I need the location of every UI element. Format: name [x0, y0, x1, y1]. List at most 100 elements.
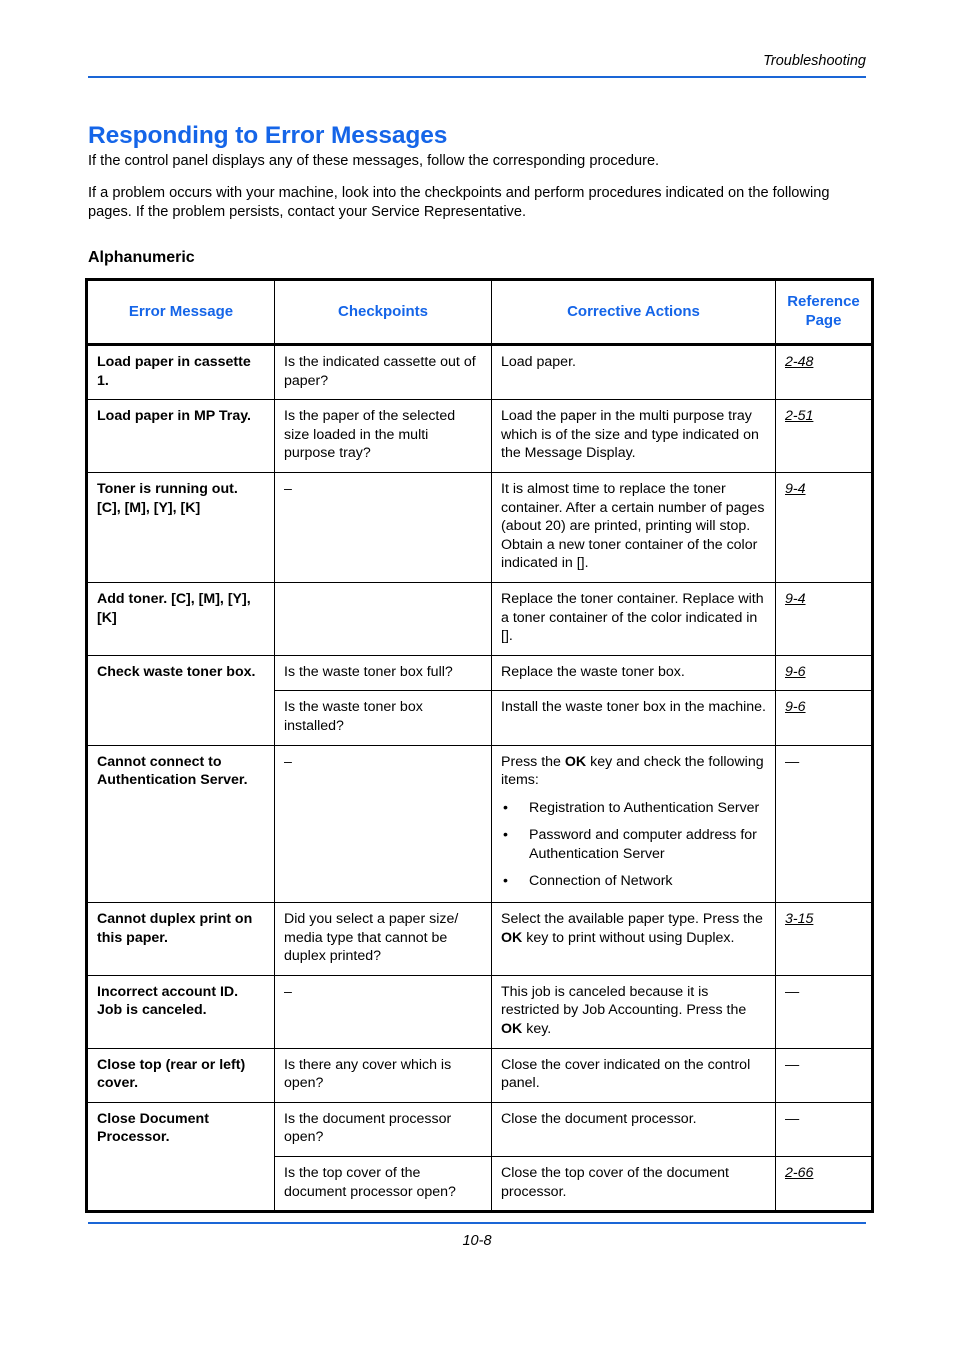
table-header-row: Error Message Checkpoints Corrective Act… [86, 279, 873, 346]
page-header: Troubleshooting [88, 52, 866, 78]
table-row: Close top (rear or left) cover. Is there… [86, 1047, 873, 1103]
cell-checkpoints: Is the indicated cassette out of paper? [274, 343, 492, 401]
cell-corrective-actions: Load paper. [491, 343, 776, 401]
cell-corrective-actions: It is almost time to replace the toner c… [491, 471, 776, 583]
reference-page-link[interactable]: 9-4 [785, 481, 806, 497]
intro-block: If the control panel displays any of the… [88, 152, 866, 235]
table-row: Incorrect account ID. Job is canceled. –… [86, 974, 873, 1049]
cell-reference-page: 9-6 [775, 690, 873, 746]
reference-page-link[interactable]: 9-6 [785, 699, 806, 715]
corrective-pre: This job is canceled because it is restr… [501, 983, 747, 1019]
error-messages-table: Error Message Checkpoints Corrective Act… [85, 278, 874, 1214]
cell-reference-page: 2-66 [775, 1155, 873, 1213]
cell-error-message: Add toner. [C], [M], [Y], [K] [86, 581, 275, 656]
list-item-label: Registration to Authentication Server [529, 799, 760, 816]
cell-error-message: Close Document Processor. [86, 1101, 275, 1213]
col-header-corrective-actions: Corrective Actions [491, 279, 776, 346]
table-row: Add toner. [C], [M], [Y], [K] Replace th… [86, 581, 873, 656]
cell-error-message: Load paper in MP Tray. [86, 399, 275, 473]
cell-error-message: Cannot connect to Authentication Server. [86, 744, 275, 904]
cell-error-message: Load paper in cassette 1. [86, 343, 275, 401]
list-item: • Password and computer address for Authe… [501, 826, 766, 863]
header-rule [88, 76, 866, 78]
cell-reference-page: — [775, 1101, 873, 1158]
cell-reference-page: 2-48 [775, 343, 873, 401]
cell-reference-page: — [775, 974, 873, 1049]
table-row: Cannot connect to Authentication Server.… [86, 744, 873, 904]
cell-reference-page: 9-4 [775, 471, 873, 583]
col-header-error-message: Error Message [86, 279, 275, 346]
ok-key-label: OK [564, 753, 587, 770]
cell-corrective-actions: Replace the toner container. Replace wit… [491, 581, 776, 656]
list-item-label: Password and computer address for Authen… [529, 827, 757, 862]
table-row: Cannot duplex print on this paper. Did y… [86, 902, 873, 976]
cell-checkpoints: Is there any cover which is open? [274, 1047, 492, 1103]
cell-corrective-actions: Close the top cover of the document proc… [491, 1155, 776, 1213]
col-header-reference-page: Reference Page [775, 279, 873, 346]
cell-error-message: Incorrect account ID. Job is canceled. [86, 974, 275, 1049]
reference-page-none: — [785, 753, 800, 770]
cell-checkpoints: – [274, 471, 492, 583]
cell-corrective-actions: Close the cover indicated on the control… [491, 1047, 776, 1103]
cell-reference-page: 9-6 [775, 654, 873, 692]
list-item: • Registration to Authentication Server [501, 799, 766, 818]
reference-page-link[interactable]: 3-15 [785, 911, 813, 927]
cell-reference-page: 3-15 [775, 902, 873, 976]
cell-corrective-actions: Replace the waste toner box. [491, 654, 776, 692]
list-item-label: Connection of Network [529, 873, 673, 890]
cell-checkpoints: Is the waste toner box installed? [274, 690, 492, 746]
bullet-icon: • [503, 799, 508, 816]
cell-error-message: Close top (rear or left) cover. [86, 1047, 275, 1103]
cell-checkpoints: Is the document processor open? [274, 1101, 492, 1158]
cell-reference-page: 2-51 [775, 399, 873, 473]
cell-checkpoints: Is the paper of the selected size loaded… [274, 399, 492, 473]
cell-checkpoints [274, 581, 492, 656]
document-page: Troubleshooting Responding to Error Mess… [0, 0, 954, 1350]
list-item: • Connection of Network [501, 872, 766, 891]
cell-corrective-actions: Press the OK key and check the following… [491, 744, 776, 904]
cell-corrective-actions: Select the available paper type. Press t… [491, 902, 776, 976]
cell-reference-page: 9-4 [775, 581, 873, 656]
cell-corrective-actions: Close the document processor. [491, 1101, 776, 1158]
reference-page-none: — [785, 1056, 800, 1073]
bullet-icon: • [503, 873, 508, 890]
ok-key-label: OK [501, 929, 523, 946]
table-row: Check waste toner box. Is the waste tone… [86, 654, 873, 746]
checklist: • Registration to Authentication Server •… [501, 799, 766, 891]
cell-reference-page: — [775, 744, 873, 904]
cell-corrective-actions: This job is canceled because it is restr… [491, 974, 776, 1049]
cell-checkpoints: Is the waste toner box full? [274, 654, 492, 692]
cell-error-message: Cannot duplex print on this paper. [86, 902, 275, 976]
table-row: Toner is running out. [C], [M], [Y], [K]… [86, 471, 873, 583]
cell-checkpoints: – [274, 744, 492, 904]
cell-corrective-actions: Load the paper in the multi purpose tray… [491, 399, 776, 473]
subheading-alphanumeric: Alphanumeric [88, 249, 195, 267]
cell-checkpoints: Did you select a paper size/ media type … [274, 902, 492, 976]
corrective-lead-pre: Press the [501, 753, 565, 770]
table-row: Load paper in cassette 1. Is the indicat… [86, 343, 873, 401]
cell-error-message: Check waste toner box. [86, 654, 275, 746]
cell-corrective-actions: Install the waste toner box in the machi… [491, 690, 776, 746]
corrective-post: key to print without using Duplex. [522, 929, 735, 946]
reference-page-link[interactable]: 2-51 [785, 408, 813, 424]
corrective-pre: Select the available paper type. Press t… [501, 911, 763, 928]
cell-reference-page: — [775, 1047, 873, 1103]
intro-paragraph-2: If a problem occurs with your machine, l… [88, 184, 830, 221]
reference-page-link[interactable]: 2-48 [785, 354, 813, 370]
cell-checkpoints: – [274, 974, 492, 1049]
running-head: Troubleshooting [763, 53, 866, 69]
page-footer: 10-8 [88, 1222, 866, 1249]
page-title: Responding to Error Messages [88, 122, 448, 150]
reference-page-link[interactable]: 9-6 [785, 664, 806, 680]
ok-key-label: OK [501, 1021, 523, 1038]
reference-page-none: — [785, 1110, 800, 1127]
cell-error-message: Toner is running out. [C], [M], [Y], [K] [86, 471, 275, 583]
intro-paragraph-1: If the control panel displays any of the… [88, 153, 660, 169]
reference-page-link[interactable]: 2-66 [785, 1165, 813, 1181]
cell-checkpoints: Is the top cover of the document process… [274, 1155, 492, 1213]
reference-page-link[interactable]: 9-4 [785, 591, 806, 607]
footer-rule [88, 1222, 866, 1224]
col-header-checkpoints: Checkpoints [274, 279, 492, 346]
table-row: Close Document Processor. Is the documen… [86, 1101, 873, 1213]
corrective-post: key. [522, 1021, 552, 1038]
